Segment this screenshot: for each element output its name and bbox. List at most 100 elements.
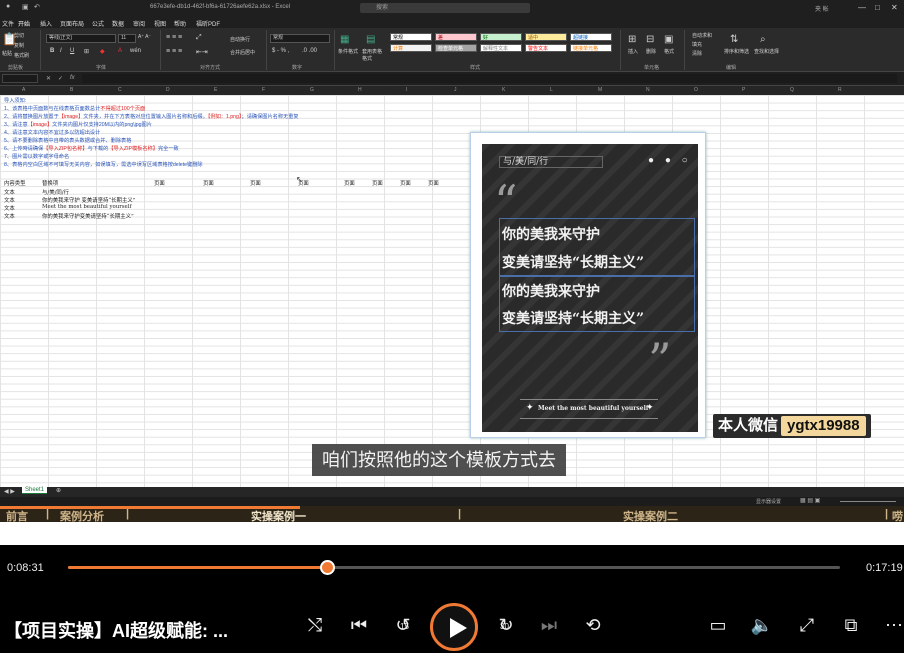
- more-options-icon[interactable]: ⋯: [882, 613, 904, 637]
- add-sheet-icon[interactable]: ⊕: [56, 487, 61, 494]
- bold-icon[interactable]: B: [50, 48, 54, 54]
- fullscreen-icon[interactable]: ⤢: [795, 613, 819, 637]
- align-top-icon[interactable]: ≡ ≡ ≡: [166, 34, 182, 41]
- cell-style-swatch[interactable]: 适中: [525, 33, 567, 41]
- phonetic-icon[interactable]: wén: [130, 48, 141, 54]
- type-cell[interactable]: 文本: [4, 212, 15, 220]
- column-header[interactable]: B: [70, 87, 73, 93]
- tab-page-layout[interactable]: 页面布局: [60, 19, 84, 28]
- chapter-item-current[interactable]: 实操案例一: [251, 508, 306, 524]
- poster-image-preview[interactable]: 与/美/同/行 ● ● ○ “ 你的美我来守护 变美请坚持“长期主义” 你的美我…: [470, 132, 706, 438]
- previous-icon[interactable]: ⏮: [347, 613, 371, 637]
- italic-icon[interactable]: I: [60, 48, 62, 54]
- delete-cells-icon[interactable]: ⊟: [646, 34, 654, 45]
- formula-input[interactable]: [82, 74, 897, 83]
- replace-cell[interactable]: 你的美我来守护 变美请坚持“长期主义”: [42, 196, 135, 204]
- subtitles-icon[interactable]: ▭: [706, 613, 730, 637]
- header-cell[interactable]: 页面: [400, 179, 411, 187]
- column-header[interactable]: O: [694, 87, 698, 93]
- play-button[interactable]: [430, 603, 478, 651]
- table-format-icon[interactable]: ▤: [366, 34, 375, 45]
- cell-style-swatch[interactable]: 好: [480, 33, 522, 41]
- user-name[interactable]: 夹 帐: [815, 4, 829, 13]
- fill-button[interactable]: 填充: [692, 41, 702, 48]
- shuffle-icon[interactable]: ⤭: [303, 613, 327, 637]
- picture-in-picture-icon[interactable]: ⧉: [839, 613, 863, 637]
- orientation-icon[interactable]: ⤢: [196, 34, 202, 42]
- column-header[interactable]: G: [310, 87, 314, 93]
- type-cell[interactable]: 文本: [4, 188, 15, 196]
- find-select-button[interactable]: 查找和选择: [754, 48, 779, 55]
- undo-icon[interactable]: ↶: [34, 3, 40, 11]
- name-box[interactable]: [2, 74, 38, 83]
- header-cell[interactable]: 页面: [428, 179, 439, 187]
- cell-style-swatch[interactable]: 解释性文本: [480, 44, 522, 52]
- column-header[interactable]: F: [262, 87, 265, 93]
- display-settings[interactable]: 显示器设置: [756, 498, 781, 505]
- sort-filter-button[interactable]: 排序和筛选: [724, 48, 749, 55]
- column-header[interactable]: M: [598, 87, 602, 93]
- column-header[interactable]: H: [358, 87, 362, 93]
- next-icon[interactable]: ⏭: [537, 613, 561, 637]
- tab-file[interactable]: 文件: [2, 19, 14, 28]
- column-header[interactable]: P: [742, 87, 745, 93]
- insert-cells-button[interactable]: 插入: [628, 48, 638, 55]
- underline-icon[interactable]: U: [70, 48, 74, 54]
- delete-cells-button[interactable]: 删除: [646, 48, 656, 55]
- chapter-item[interactable]: 案例分析: [60, 508, 104, 524]
- insert-cells-icon[interactable]: ⊞: [628, 34, 636, 45]
- align-left-icon[interactable]: ≡ ≡ ≡: [166, 48, 182, 55]
- currency-icon[interactable]: $ - % ,: [272, 48, 289, 54]
- fill-color-icon[interactable]: ◆: [100, 48, 105, 55]
- cell-style-swatch[interactable]: 计算: [390, 44, 432, 52]
- clear-button[interactable]: 清除: [692, 50, 702, 57]
- chapter-item[interactable]: 唠: [892, 508, 903, 524]
- autosave-icon[interactable]: ●: [6, 3, 10, 10]
- column-header[interactable]: D: [166, 87, 170, 93]
- format-cells-icon[interactable]: ▣: [664, 34, 673, 45]
- number-format-select[interactable]: 常规: [270, 34, 330, 43]
- conditional-format-button[interactable]: 条件格式: [338, 48, 358, 55]
- column-header[interactable]: Q: [790, 87, 794, 93]
- cell-style-swatch[interactable]: 链接单元格: [570, 44, 612, 52]
- cell-style-swatch[interactable]: 检查单元格: [435, 44, 477, 52]
- type-cell[interactable]: 文本: [4, 204, 15, 212]
- replace-cell[interactable]: Meet the most beautiful yourself: [42, 204, 131, 210]
- volume-icon[interactable]: 🔈: [750, 613, 774, 637]
- skip-back-icon[interactable]: ↺ 15: [391, 613, 415, 637]
- tab-review[interactable]: 审阅: [133, 19, 145, 28]
- column-header[interactable]: I: [406, 87, 407, 93]
- tab-formulas[interactable]: 公式: [92, 19, 104, 28]
- cell-style-swatch[interactable]: 常规: [390, 33, 432, 41]
- column-header[interactable]: C: [118, 87, 122, 93]
- search-box[interactable]: 搜索: [360, 3, 530, 13]
- header-cell[interactable]: 页面: [154, 179, 165, 187]
- tab-data[interactable]: 数据: [112, 19, 124, 28]
- header-cell[interactable]: 页面: [203, 179, 214, 187]
- tab-view[interactable]: 视图: [154, 19, 166, 28]
- skip-forward-icon[interactable]: ↻ 30: [494, 613, 518, 637]
- column-header[interactable]: E: [214, 87, 217, 93]
- cell-style-swatch[interactable]: 警告文本: [525, 44, 567, 52]
- border-icon[interactable]: ⊞: [84, 48, 89, 55]
- column-header[interactable]: R: [838, 87, 842, 93]
- paste-button[interactable]: 粘贴: [2, 50, 12, 57]
- sheet-nav-icon[interactable]: ◀ ▶: [4, 488, 15, 495]
- table-format-button[interactable]: 套用表格格式: [362, 48, 386, 62]
- column-header[interactable]: J: [454, 87, 457, 93]
- seek-bar[interactable]: [68, 560, 840, 575]
- save-icon[interactable]: ▣: [22, 3, 29, 11]
- header-cell[interactable]: 替换项: [42, 179, 58, 187]
- replace-cell[interactable]: 你的美我来守护变美请坚持“长期主义”: [42, 212, 134, 220]
- header-cell[interactable]: 页面: [372, 179, 383, 187]
- copy-button[interactable]: 复制: [14, 42, 24, 49]
- header-cell[interactable]: 页面: [250, 179, 261, 187]
- wrap-text-button[interactable]: 自动换行: [230, 36, 250, 43]
- grow-font-icon[interactable]: A⁺ A⁻: [138, 34, 151, 40]
- tab-insert[interactable]: 插入: [40, 19, 52, 28]
- minimize-icon[interactable]: —: [858, 3, 866, 12]
- confirm-formula-icon[interactable]: ✓: [58, 75, 63, 82]
- cut-button[interactable]: 剪切: [14, 32, 24, 39]
- format-painter-button[interactable]: 格式刷: [14, 52, 29, 59]
- close-icon[interactable]: ✕: [891, 3, 898, 12]
